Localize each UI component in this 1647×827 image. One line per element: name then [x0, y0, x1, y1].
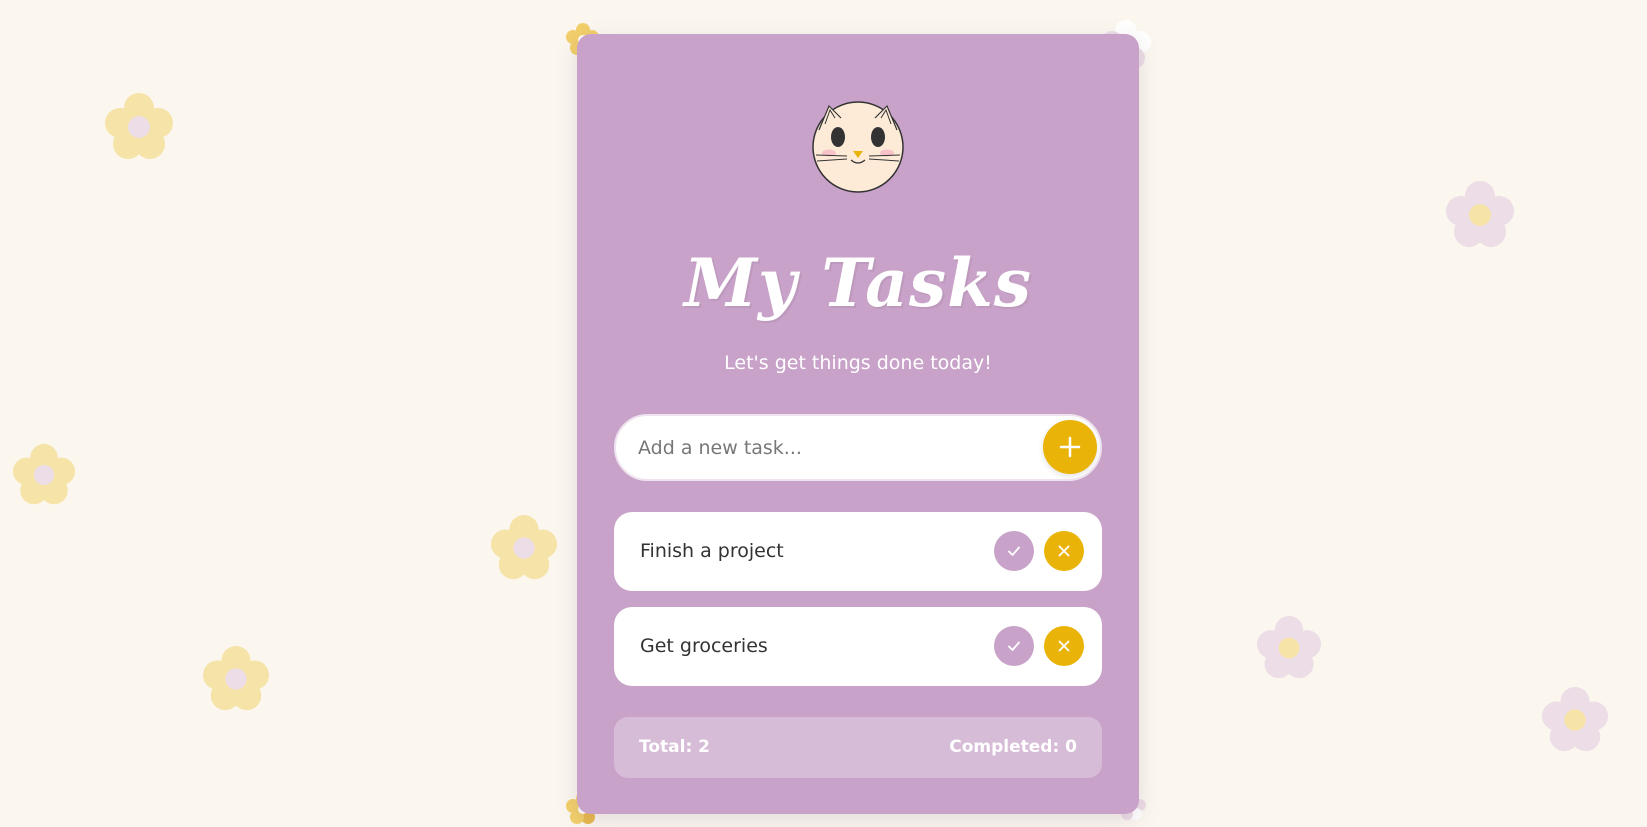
new-task-input[interactable]	[638, 416, 1018, 479]
task-item: Finish a project	[614, 512, 1102, 591]
delete-task-button[interactable]	[1044, 626, 1084, 666]
close-icon	[1058, 640, 1070, 652]
check-icon	[1008, 546, 1020, 556]
page-subtitle: Let's get things done today!	[724, 352, 992, 374]
add-task-form	[614, 414, 1102, 481]
page-title: My Tasks	[684, 244, 1032, 322]
cat-face-icon	[811, 100, 905, 194]
flower-decoration-icon	[12, 443, 76, 507]
flower-decoration-icon	[1640, 360, 1647, 410]
flower-decoration-icon	[490, 514, 558, 582]
task-text: Get groceries	[640, 635, 768, 657]
complete-task-button[interactable]	[994, 531, 1034, 571]
task-text: Finish a project	[640, 540, 784, 562]
task-stats: Total: 2 Completed: 0	[614, 717, 1102, 778]
todo-card: My Tasks Let's get things done today! Fi…	[577, 34, 1139, 814]
flower-decoration-icon	[1256, 615, 1322, 681]
flower-decoration-icon	[202, 645, 270, 713]
check-icon	[1008, 641, 1020, 651]
add-task-button[interactable]	[1043, 420, 1097, 474]
total-count: Total: 2	[639, 737, 710, 757]
plus-icon	[1059, 436, 1081, 458]
flower-decoration-icon	[1445, 180, 1515, 250]
flower-decoration-icon	[1541, 686, 1609, 754]
completed-count: Completed: 0	[949, 737, 1077, 757]
page-background: My Tasks Let's get things done today! Fi…	[0, 0, 1647, 827]
delete-task-button[interactable]	[1044, 531, 1084, 571]
complete-task-button[interactable]	[994, 626, 1034, 666]
close-icon	[1058, 545, 1070, 557]
task-item: Get groceries	[614, 607, 1102, 686]
flower-decoration-icon	[104, 92, 174, 162]
